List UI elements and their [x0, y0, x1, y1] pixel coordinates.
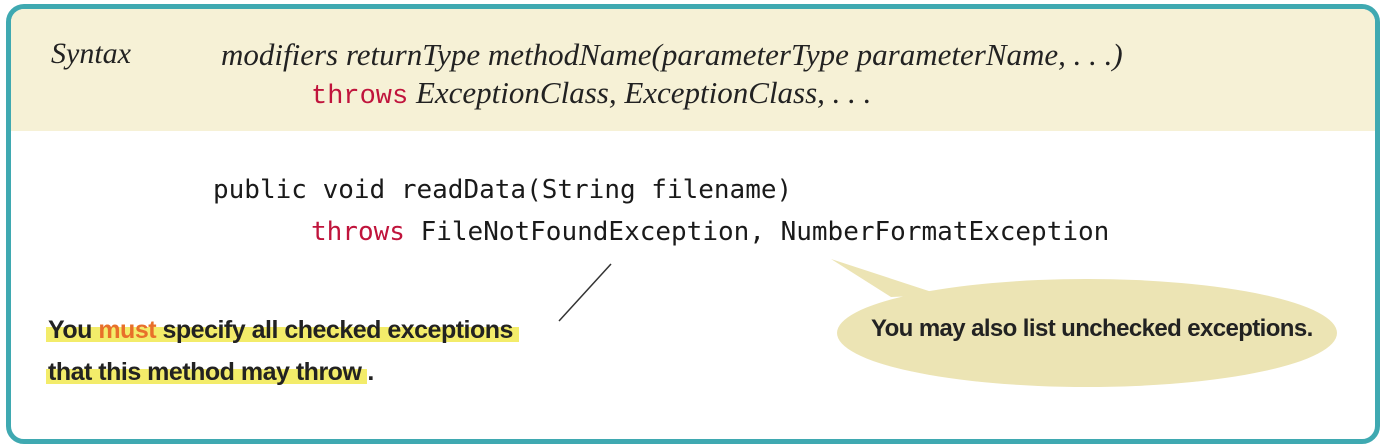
note-line-2: that this method may throw.: [46, 358, 374, 386]
note-line-1: You must specify all checked exceptions: [46, 309, 519, 351]
callout-leader-line: [558, 263, 612, 322]
checked-exceptions-note: You must specify all checked exceptions …: [46, 309, 519, 393]
unchecked-exceptions-note: You may also list unchecked exceptions.: [871, 315, 1313, 342]
must-emphasis: must: [98, 316, 157, 344]
highlight-2: that this method may throw: [46, 358, 368, 386]
highlight-1: You must specify all checked exceptions: [46, 316, 519, 344]
bubble-pointer: [831, 259, 941, 297]
syntax-box: Syntax modifiers returnType methodName(p…: [6, 4, 1380, 444]
